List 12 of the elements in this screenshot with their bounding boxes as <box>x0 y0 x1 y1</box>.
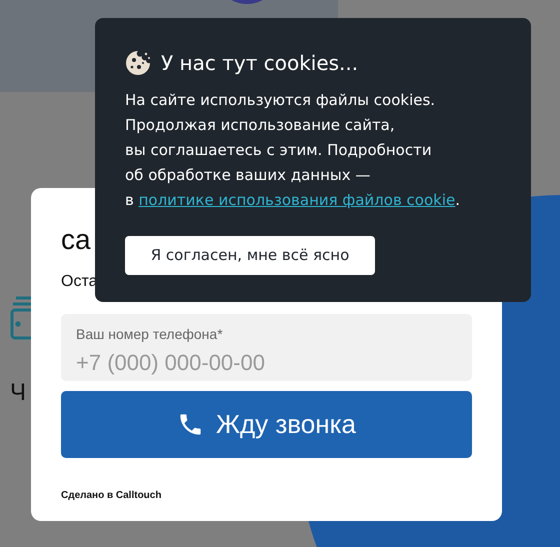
phone-field[interactable]: Ваш номер телефона* +7 (000) 000-00-00 <box>61 314 472 381</box>
section-heading: Ч <box>10 378 26 408</box>
cookie-icon <box>125 50 151 76</box>
banner-title: У нас тут cookies... <box>161 50 358 77</box>
call-me-button[interactable]: Жду звонка <box>61 391 472 458</box>
field-label: Ваш номер телефона* <box>76 325 223 344</box>
form-title: ca <box>61 224 91 256</box>
accept-button[interactable]: Я согласен, мне всё ясно <box>125 236 375 275</box>
footer-note: Сделано в Calltouch <box>61 489 162 503</box>
policy-link[interactable]: политике использования файлов cookie <box>138 191 456 209</box>
phone-input[interactable]: +7 (000) 000-00-00 <box>76 346 457 379</box>
banner-text: На сайте используются файлы cookies. Продолжая использование сайта, вы соглашаетесь с этим. Подробности об обработке ваших данных — в политике использования файлов cookie. <box>125 90 462 211</box>
